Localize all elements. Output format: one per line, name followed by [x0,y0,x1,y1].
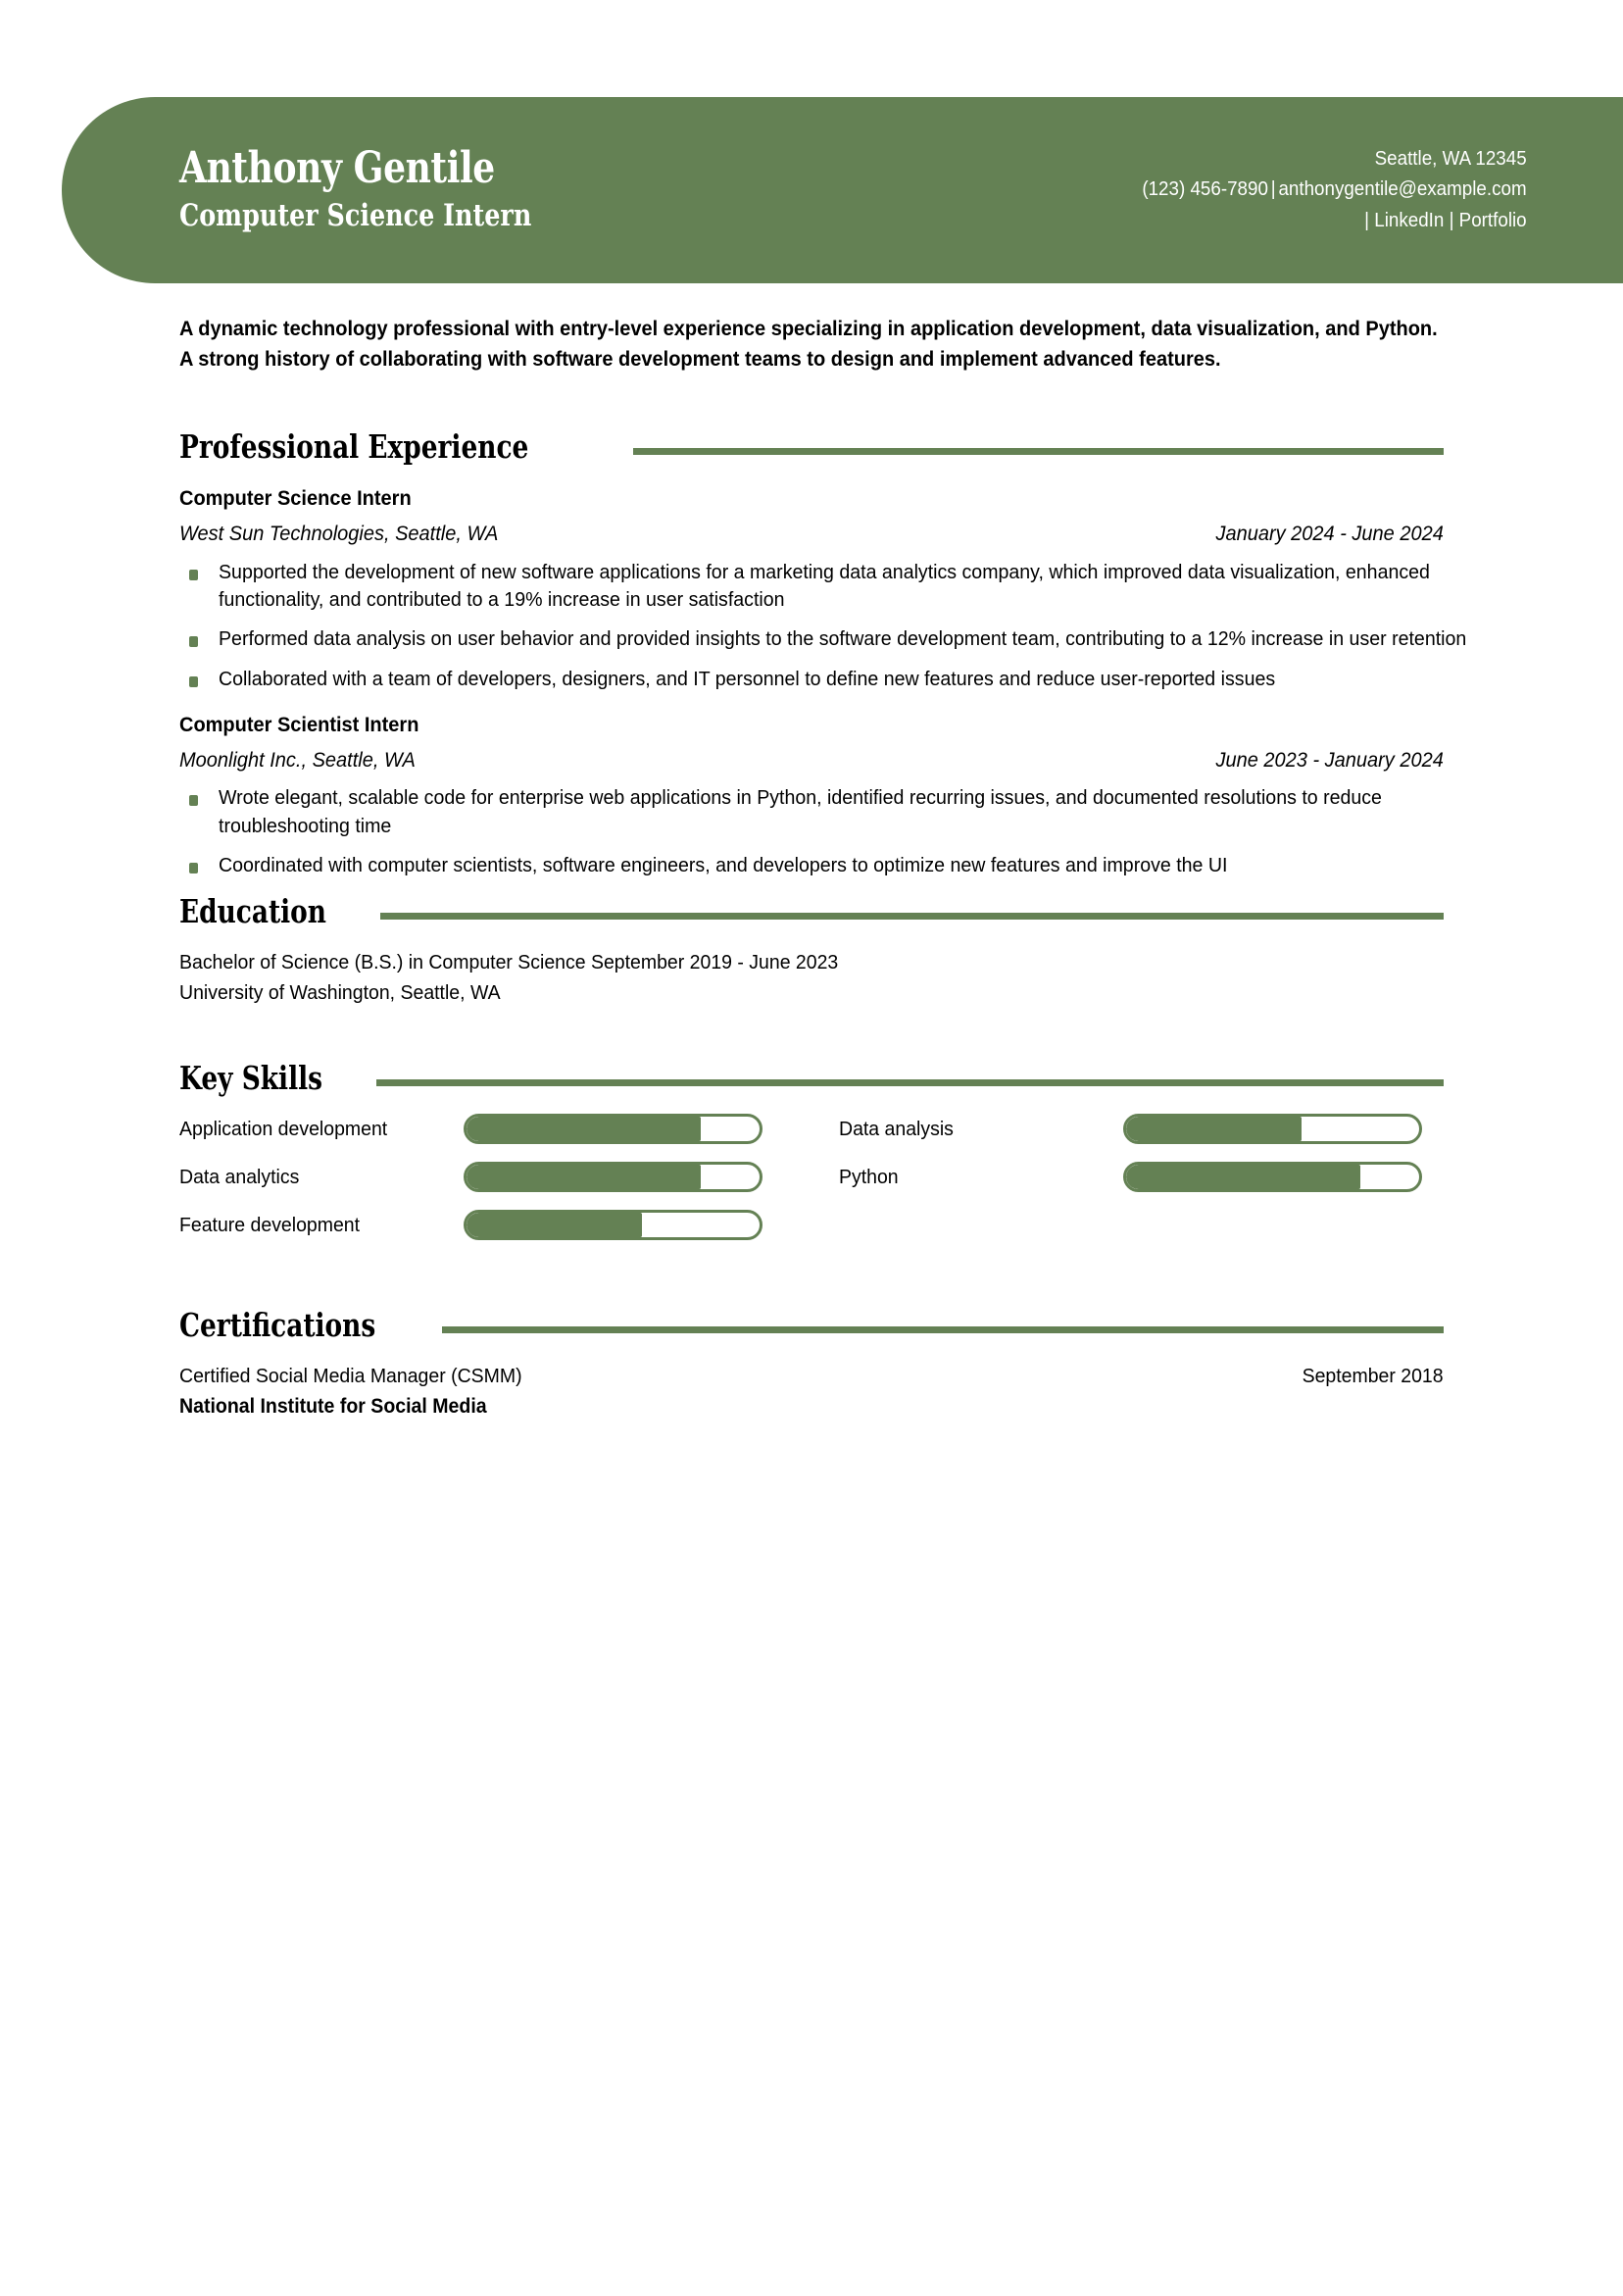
job-meta: Moonlight Inc., Seattle, WA June 2023 - … [179,743,1444,776]
skill-level-bar [464,1209,762,1240]
skill-level-bar [1123,1161,1422,1192]
skill-level-fill [467,1164,702,1189]
section-header-certifications: Certifications [179,1309,1444,1341]
resume-page: Anthony Gentile Computer Science Intern … [0,0,1623,2296]
contact-email[interactable]: anthonygentile@example.com [1278,178,1526,200]
skill-level-fill [1126,1116,1303,1141]
skill-row: Data analysis [839,1113,1422,1144]
education-degree: Bachelor of Science (B.S.) in Computer S… [179,951,839,974]
skills-column-right: Data analysis Python [839,1113,1422,1258]
certification-organization: National Institute for Social Media [179,1395,487,1419]
contact-phone-email: (123) 456-7890 | anthonygentile@example.co… [1142,175,1526,206]
skill-label: Application development [179,1117,388,1140]
job-bullet-list: Wrote elegant, scalable code for enterpr… [179,784,1444,879]
skill-row: Python [839,1161,1422,1192]
skills-column-left: Application development Data analytics F… [179,1113,762,1258]
skill-level-bar [464,1113,762,1144]
job-role: Computer Scientist Intern [179,712,419,736]
experience-entry: Computer Scientist Intern Moonlight Inc.… [179,709,1444,879]
section-header-education: Education [179,895,1444,927]
bullet-text: Collaborated with a team of developers, … [219,667,1276,690]
candidate-name: Anthony Gentile [179,143,495,194]
list-item: Wrote elegant, scalable code for enterpr… [179,784,1444,840]
section-divider [375,1078,1444,1086]
job-company: Moonlight Inc., Seattle, WA [179,748,416,773]
skill-row: Application development [179,1113,762,1144]
contact-separator-1: | [1270,178,1276,201]
education-entry: Bachelor of Science (B.S.) in Computer S… [179,947,1444,1008]
section-title-education: Education [179,892,326,931]
skill-level-bar [464,1161,762,1192]
list-item: Supported the development of new softwar… [179,559,1444,615]
header-identity: Anthony Gentile Computer Science Intern [62,143,609,234]
experience-entry: Computer Science Intern West Sun Technol… [179,482,1466,693]
education-school: University of Washington, Seattle, WA [179,981,501,1005]
job-role: Computer Science Intern [179,486,412,511]
resume-header: Anthony Gentile Computer Science Intern … [62,97,1623,283]
section-title-experience: Professional Experience [179,427,529,467]
skill-level-fill [467,1212,643,1237]
skill-label: Data analytics [179,1165,300,1188]
skill-label: Python [839,1165,899,1188]
certification-name: Certified Social Media Manager (CSMM) [179,1364,522,1387]
skill-level-fill [467,1116,702,1141]
contact-phone: (123) 456-7890 [1141,178,1268,201]
job-dates: January 2024 - June 2024 [1215,522,1444,546]
section-title-certifications: Certifications [179,1305,376,1344]
job-meta: West Sun Technologies, Seattle, WA Janua… [179,517,1444,550]
list-item: Performed data analysis on user behavior… [179,625,1466,653]
skill-label: Feature development [179,1213,361,1236]
skill-row: Feature development [179,1209,762,1240]
bullet-text: Supported the development of new softwar… [219,560,1430,611]
contact-links[interactable]: | LinkedIn | Portfolio [1142,206,1526,237]
section-divider [380,913,1444,921]
job-dates: June 2023 - January 2024 [1215,748,1444,773]
skill-label: Data analysis [839,1117,954,1140]
section-skills: Key Skills Application development Data … [179,1062,1444,1258]
section-education: Education Bachelor of Science (B.S.) in … [179,895,1444,1008]
bullet-text: Coordinated with computer scientists, so… [219,854,1228,876]
certification-entry: Certified Social Media Manager (CSMM) Se… [179,1361,1444,1423]
bullet-text: Performed data analysis on user behavior… [219,627,1467,651]
certification-date: September 2018 [1303,1364,1444,1387]
skill-row: Data analytics [179,1161,762,1192]
resume-body: A dynamic technology professional with e… [179,314,1466,1427]
certification-line: Certified Social Media Manager (CSMM) Se… [179,1361,1444,1392]
candidate-job-title: Computer Science Intern [179,197,532,233]
section-divider [633,448,1444,456]
contact-block: Seattle, WA 12345 (123) 456-7890 | anthony… [1142,144,1623,237]
list-item: Coordinated with computer scientists, so… [179,852,1444,879]
section-header-experience: Professional Experience [179,430,1444,463]
skill-level-bar [1123,1113,1422,1144]
bullet-text: Wrote elegant, scalable code for enterpr… [219,786,1382,837]
section-divider [442,1325,1444,1333]
skill-level-fill [1126,1164,1361,1189]
section-title-skills: Key Skills [179,1058,322,1097]
job-bullet-list: Supported the development of new softwar… [179,559,1466,693]
contact-location: Seattle, WA 12345 [1374,147,1527,170]
job-company: West Sun Technologies, Seattle, WA [179,522,499,546]
skills-columns: Application development Data analytics F… [179,1113,1444,1258]
section-certifications: Certifications Certified Social Media Ma… [179,1309,1444,1423]
professional-summary: A dynamic technology professional with e… [179,317,1438,371]
list-item: Collaborated with a team of developers, … [179,666,1444,693]
section-experience: Professional Experience Computer Science… [179,430,1466,879]
section-header-skills: Key Skills [179,1062,1444,1094]
